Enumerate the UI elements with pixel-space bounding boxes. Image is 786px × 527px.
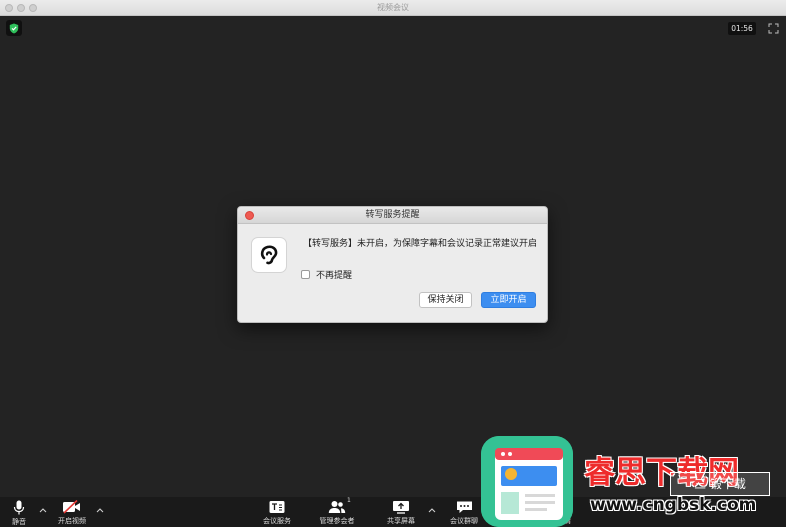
enable-now-button[interactable]: 立即开启 [481,292,536,308]
dialog-message: 【转写服务】未开启，为保障字幕和会议记录正常建议开启 [303,239,538,249]
share-options-chevron-up-icon[interactable] [428,507,436,513]
ear-icon [251,237,287,273]
group-chat-button[interactable]: 会议群聊 [446,500,482,526]
subtitles-icon [269,501,285,513]
watermark-url: www.cngbsk.com [590,495,757,515]
fullscreen-icon[interactable] [768,23,779,34]
dialog-close-button[interactable] [245,211,254,220]
participants-count-badge: 1 [347,497,351,504]
dont-remind-label: 不再提醒 [316,271,353,281]
mute-button[interactable]: 静音 [4,500,34,527]
transcription-reminder-dialog: 转写服务提醒 【转写服务】未开启，为保障字幕和会议记录正常建议开启 不再提醒 保… [237,206,548,323]
watermark-box: 三 锻下载 [670,472,770,496]
dont-remind-checkbox[interactable] [301,270,310,279]
mute-options-chevron-up-icon[interactable] [39,507,47,513]
video-off-icon [63,500,80,514]
dialog-title: 转写服务提醒 [238,207,547,224]
microphone-icon [13,500,25,515]
video-options-chevron-up-icon[interactable] [96,507,104,513]
window-titlebar: 视频会议 [0,0,786,16]
share-screen-label: 共享屏幕 [387,517,415,525]
mute-label: 静音 [12,518,26,526]
watermark-logo-icon [481,436,573,527]
chat-bubble-icon [456,501,472,513]
dont-remind-checkbox-row[interactable]: 不再提醒 [301,268,352,281]
window-title: 视频会议 [377,3,409,12]
share-screen-button[interactable]: 共享屏幕 [383,500,419,526]
manage-participants-label: 管理参会者 [319,517,355,525]
participants-icon [328,501,346,513]
start-video-label: 开启视频 [58,517,86,525]
start-video-button[interactable]: 开启视频 [54,500,90,526]
meeting-services-label: 会议服务 [263,517,291,525]
group-chat-label: 会议群聊 [450,517,478,525]
keep-closed-button[interactable]: 保持关闭 [419,292,472,308]
share-screen-icon [393,501,409,514]
security-shield-icon[interactable] [6,20,22,36]
meeting-timer: 01:56 [728,22,756,35]
manage-participants-button[interactable]: 管理参会者 [316,500,358,526]
meeting-services-button[interactable]: 会议服务 [259,500,295,526]
